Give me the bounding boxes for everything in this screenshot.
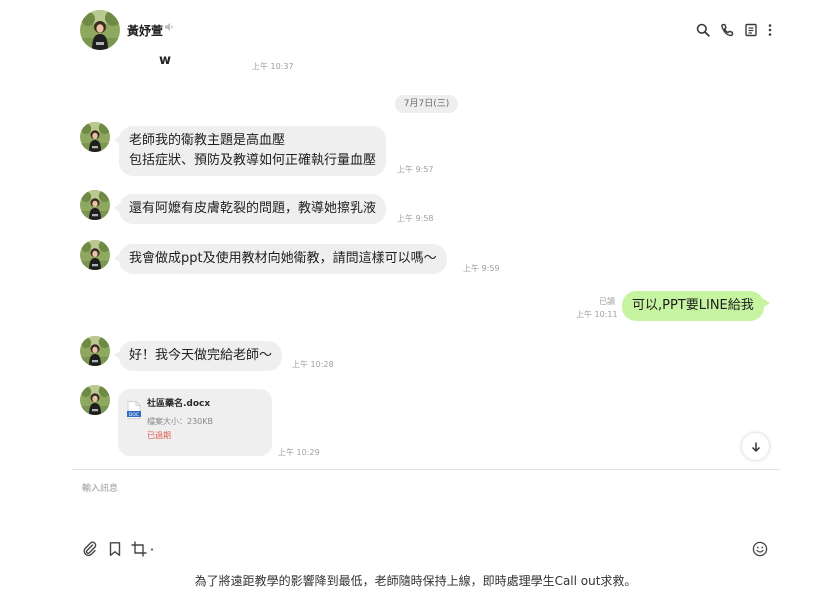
caption-text: 為了將遠距教學的影響降到最低，老師隨時保持上線，即時處理學生Call out求救… — [194, 574, 637, 588]
message-time: 上午 9:59 — [463, 264, 500, 273]
more-icon[interactable] — [764, 22, 780, 38]
speaker-icon — [164, 22, 174, 35]
message-time: 上午 9:58 — [397, 214, 434, 223]
emoji-icon[interactable] — [752, 541, 768, 557]
message-time: 上午 10:37 — [252, 62, 294, 71]
sender-avatar[interactable] — [80, 240, 110, 270]
composer-divider — [72, 469, 780, 470]
sender-avatar[interactable] — [80, 336, 110, 366]
docx-file-icon: DOC — [127, 401, 141, 419]
phone-icon[interactable] — [720, 22, 736, 38]
sender-avatar[interactable] — [80, 385, 110, 415]
file-expired-status: 已過期 — [147, 431, 171, 440]
message-bubble[interactable]: 好！我今天做完給老師～ — [113, 341, 283, 371]
crop-icon[interactable] — [131, 541, 155, 557]
search-icon[interactable] — [696, 22, 712, 38]
contact-avatar[interactable] — [80, 10, 120, 50]
message-time: 上午 10:29 — [278, 448, 320, 457]
previous-message-fragment: ᴡ — [159, 53, 172, 68]
message-bubble[interactable]: 還有阿嬤有皮膚乾裂的問題，教導她擦乳液 — [113, 194, 387, 224]
message-bubble[interactable]: 我會做成ppt及使用教材向她衛教，請問這樣可以嗎～ — [114, 244, 447, 274]
scroll-to-bottom-button[interactable] — [742, 433, 769, 460]
note-icon[interactable] — [744, 22, 760, 38]
svg-text:DOC: DOC — [129, 412, 139, 418]
bookmark-icon[interactable] — [107, 541, 123, 557]
file-size: 檔案大小：230KB — [147, 417, 214, 426]
message-bubble[interactable]: 老師我的衛教主題是高血壓 包括症狀、預防及教導如何正確執行量血壓 — [113, 126, 387, 176]
contact-name[interactable]: 黃妤萱 — [127, 22, 163, 39]
file-name: 社區藥名.docx — [147, 399, 211, 409]
read-receipt: 已讀 — [599, 297, 615, 306]
message-input[interactable]: 輸入訊息 — [82, 481, 772, 521]
paperclip-icon[interactable] — [82, 541, 98, 557]
message-time: 上午 10:28 — [292, 360, 334, 369]
message-time: 上午 9:57 — [397, 165, 434, 174]
sender-avatar[interactable] — [80, 122, 110, 152]
outgoing-message-bubble[interactable]: 可以,PPT要LINE給我 — [622, 291, 770, 321]
date-separator: 7月7日(三) — [395, 95, 458, 113]
arrow-down-icon — [751, 442, 760, 452]
sender-avatar[interactable] — [80, 190, 110, 220]
message-time: 上午 10:11 — [576, 310, 618, 319]
